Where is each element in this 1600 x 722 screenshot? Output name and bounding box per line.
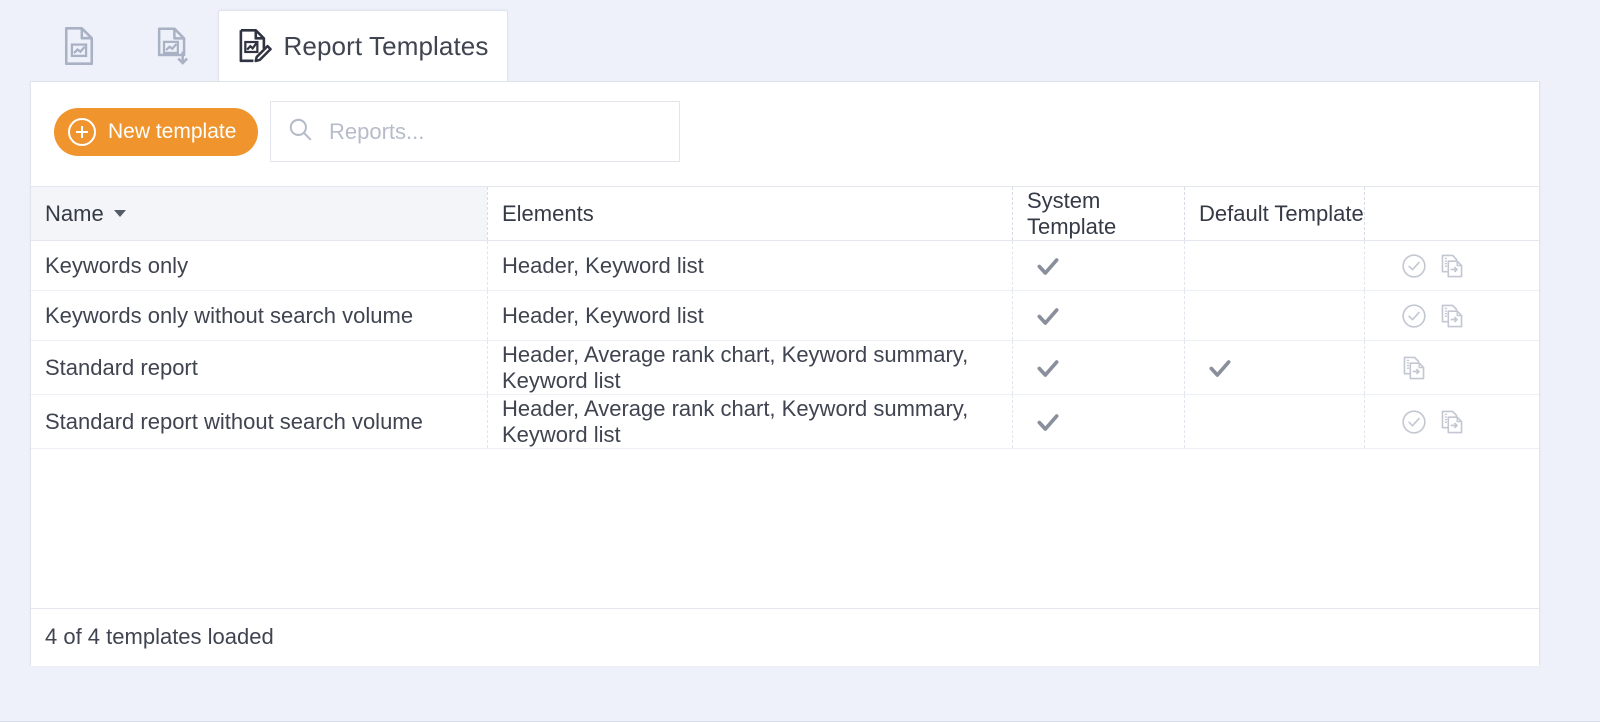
cell-name: Standard report without search volume [45, 408, 423, 434]
tab-report-templates[interactable]: Report Templates [218, 10, 508, 82]
templates-table: Name Elements System Template Default Te… [31, 186, 1539, 666]
tab-reports[interactable] [34, 10, 124, 82]
table-header-row: Name Elements System Template Default Te… [31, 186, 1539, 241]
cell-system-template [1012, 341, 1184, 394]
set-default-icon[interactable] [1401, 253, 1427, 279]
search-icon [287, 116, 313, 147]
cell-name: Standard report [45, 354, 198, 380]
duplicate-icon[interactable] [1401, 355, 1427, 381]
duplicate-icon[interactable] [1439, 409, 1465, 435]
report-template-edit-icon [238, 28, 272, 66]
cell-system-template [1012, 291, 1184, 340]
check-icon [1037, 307, 1059, 325]
table-row[interactable]: Keywords only Header, Keyword list [31, 241, 1539, 291]
search-box[interactable] [270, 101, 680, 162]
cell-name: Keywords only without search volume [45, 302, 414, 328]
table-row[interactable]: Standard report Header, Average rank cha… [31, 341, 1539, 395]
new-template-label: New template [108, 120, 237, 143]
column-header-default-label: Default Template [1199, 200, 1364, 226]
cell-elements: Header, Keyword list [487, 241, 1012, 290]
cell-system-template [1012, 241, 1184, 290]
status-text: 4 of 4 templates loaded [45, 623, 274, 649]
cell-elements: Header, Average rank chart, Keyword summ… [487, 341, 1012, 394]
cell-actions [1364, 341, 1539, 394]
cell-default-template [1184, 395, 1364, 448]
table-body: Keywords only Header, Keyword list Keywo… [31, 241, 1539, 449]
caret-down-icon [113, 210, 126, 217]
report-document-icon [62, 26, 96, 66]
search-input[interactable] [327, 117, 657, 146]
duplicate-icon[interactable] [1439, 303, 1465, 329]
column-header-elements-label: Elements [502, 200, 594, 226]
cell-default-template [1184, 291, 1364, 340]
column-header-actions [1364, 187, 1539, 240]
table-row[interactable]: Keywords only without search volume Head… [31, 291, 1539, 341]
set-default-icon[interactable] [1401, 409, 1427, 435]
column-header-name-label: Name [45, 200, 104, 226]
check-icon [1037, 413, 1059, 431]
cell-actions [1364, 291, 1539, 340]
column-header-system-label: System Template [1027, 187, 1117, 239]
check-icon [1037, 359, 1059, 377]
report-templates-panel: New template Name Elements System Templ [30, 81, 1540, 666]
column-header-name[interactable]: Name [31, 187, 487, 240]
check-icon [1037, 257, 1059, 275]
report-document-download-icon [155, 26, 191, 66]
table-footer: 4 of 4 templates loaded [31, 608, 1539, 664]
plus-circle-icon [68, 118, 96, 146]
duplicate-icon[interactable] [1439, 253, 1465, 279]
cell-actions [1364, 395, 1539, 448]
set-default-icon[interactable] [1401, 303, 1427, 329]
cell-elements-text: Header, Keyword list [502, 302, 704, 328]
tab-label: Report Templates [283, 31, 489, 61]
new-template-button[interactable]: New template [54, 108, 259, 156]
check-icon [1209, 359, 1231, 377]
cell-actions [1364, 241, 1539, 290]
column-header-default-template[interactable]: Default Template [1184, 187, 1364, 240]
cell-default-template [1184, 241, 1364, 290]
cell-elements-text: Header, Average rank chart, Keyword summ… [502, 395, 969, 447]
cell-elements: Header, Average rank chart, Keyword summ… [487, 395, 1012, 448]
cell-elements-text: Header, Keyword list [502, 252, 704, 278]
column-header-elements[interactable]: Elements [487, 187, 1012, 240]
tab-report-downloads[interactable] [128, 10, 218, 82]
column-header-system-template[interactable]: System Template [1012, 187, 1184, 240]
tab-strip: Report Templates [0, 0, 1600, 82]
cell-name: Keywords only [45, 252, 189, 278]
toolbar: New template [31, 82, 1539, 186]
cell-elements-text: Header, Average rank chart, Keyword summ… [502, 341, 969, 393]
cell-default-template [1184, 341, 1364, 394]
cell-elements: Header, Keyword list [487, 291, 1012, 340]
table-row[interactable]: Standard report without search volume He… [31, 395, 1539, 449]
cell-system-template [1012, 395, 1184, 448]
